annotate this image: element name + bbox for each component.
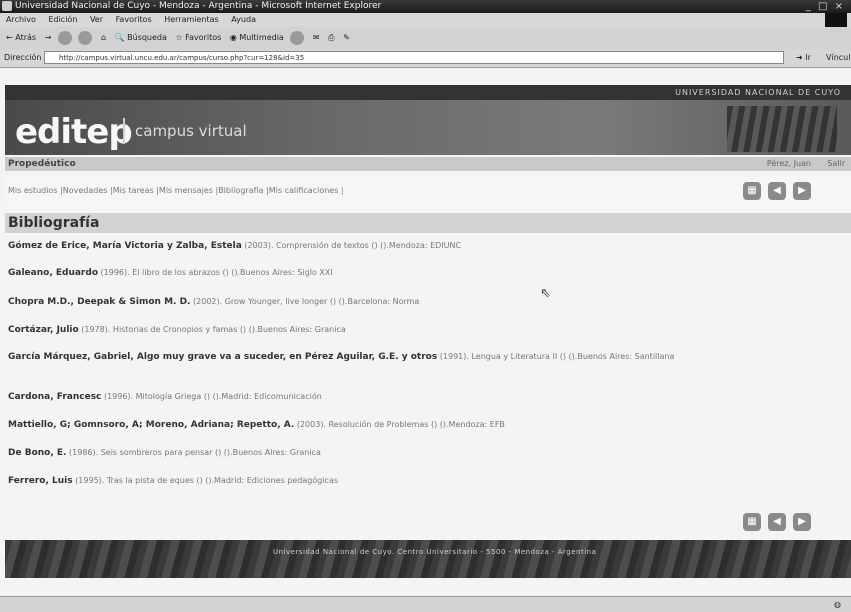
back-button[interactable]: ← Atrás: [6, 27, 36, 49]
campus-virtual-label: campus virtual: [135, 122, 247, 140]
top-strip: UNIVERSIDAD NACIONAL DE CUYO: [5, 85, 851, 100]
ie-logo-icon: [2, 1, 12, 11]
nav-mis-tareas[interactable]: Mis tareas: [113, 186, 154, 195]
bib-author: Galeano, Eduardo: [8, 268, 98, 278]
forward-button[interactable]: →: [45, 27, 52, 49]
refresh-icon[interactable]: [78, 30, 93, 45]
address-input[interactable]: http://campus.virtual.uncu.edu.ar/campus…: [44, 51, 784, 64]
nav-novedades[interactable]: Novedades: [63, 186, 108, 195]
nav-bibliografia[interactable]: Bibliografía: [218, 186, 263, 195]
bib-author: Cortázar, Julio: [8, 325, 79, 335]
bib-details: (2002). Grow Younger, live longer () ().…: [190, 297, 420, 306]
window-controls[interactable]: _ □ ×: [806, 0, 845, 13]
site-footer: Universidad Nacional de Cuyo. Centro Uni…: [5, 540, 851, 578]
bib-author: De Bono, E.: [8, 448, 67, 458]
menu-archivo[interactable]: Archivo: [6, 15, 36, 24]
mail-icon[interactable]: ✉: [313, 27, 320, 49]
address-label: Dirección: [4, 53, 42, 62]
bib-author: García Márquez, Gabriel, Algo muy grave …: [8, 352, 438, 362]
arrow-left-icon[interactable]: ◀: [768, 182, 786, 200]
windows-flag-icon: [825, 13, 847, 27]
user-name: Pérez, Juan: [766, 159, 811, 168]
window-titlebar: Universidad Nacional de Cuyo - Mendoza -…: [0, 0, 851, 13]
section-title: Bibliografía: [8, 215, 100, 231]
nav-mis-mensajes[interactable]: Mis mensajes: [159, 186, 213, 195]
list-item: Ferrero, Luis (1995). Tras la pista de e…: [8, 475, 838, 487]
list-item: De Bono, E. (1986). Seis sombreros para …: [8, 447, 838, 459]
logout-link[interactable]: Salir: [827, 157, 845, 171]
nav-row: Mis estudios |Novedades |Mis tareas |Mis…: [5, 176, 851, 206]
section-header: Bibliografía: [5, 213, 851, 233]
grid-icon[interactable]: ▦: [743, 182, 761, 200]
bib-details: (2003). Comprensión de textos () ().Mend…: [241, 241, 462, 250]
nav-links: Mis estudios |Novedades |Mis tareas |Mis…: [8, 186, 344, 195]
status-bar: ◍: [0, 596, 851, 612]
bib-author: Cardona, Francesc: [8, 392, 102, 402]
menu-herramientas[interactable]: Herramientas: [164, 15, 219, 24]
edit-icon[interactable]: ✎: [343, 27, 350, 49]
bib-details: (1991). Lengua y Literatura II () ().Bue…: [437, 352, 675, 361]
multimedia-button[interactable]: ◉ Multimedia: [230, 27, 284, 49]
site-header: editep campus virtual: [5, 100, 851, 155]
logo-divider: [123, 118, 125, 144]
links-button[interactable]: Vínculos: [826, 49, 851, 67]
mouse-cursor-icon: ⇖: [540, 286, 551, 301]
address-bar: Dirección http://campus.virtual.uncu.edu…: [0, 49, 851, 68]
list-item: Cardona, Francesc (1996). Mitología Grie…: [8, 391, 838, 403]
nav-mis-estudios[interactable]: Mis estudios: [8, 186, 58, 195]
home-icon[interactable]: ⌂: [101, 27, 106, 49]
header-photo: [727, 106, 837, 152]
arrow-right-icon[interactable]: ▶: [793, 182, 811, 200]
course-bar: Propedéutico Pérez, Juan Salir: [5, 157, 851, 171]
bib-author: Mattiello, G; Gomnsoro, A; Moreno, Adria…: [8, 420, 295, 430]
course-title: Propedéutico: [8, 159, 76, 169]
stop-icon[interactable]: [57, 30, 72, 45]
window-title: Universidad Nacional de Cuyo - Mendoza -…: [15, 1, 382, 11]
editep-logo[interactable]: editep: [15, 112, 133, 152]
footer-text: Universidad Nacional de Cuyo. Centro Uni…: [273, 548, 597, 556]
history-icon[interactable]: [290, 30, 305, 45]
grid-icon[interactable]: ▦: [743, 513, 761, 531]
bib-author: Chopra M.D., Deepak & Simon M. D.: [8, 297, 191, 307]
bib-details: (1996). Mitología Griega () ().Madrid: E…: [101, 392, 322, 401]
browser-toolbar: ← Atrás → ⌂ 🔍 Búsqueda ☆ Favoritos ◉ Mul…: [0, 27, 851, 49]
print-icon[interactable]: ⎙: [328, 27, 334, 49]
list-item: Cortázar, Julio (1978). Historias de Cro…: [8, 324, 838, 336]
bib-details: (1978). Historias de Cronopios y famas (…: [78, 325, 346, 334]
bib-details: (2003). Resolución de Problemas () ().Me…: [294, 420, 505, 429]
bib-details: (1986). Seis sombreros para pensar () ()…: [66, 448, 321, 457]
menu-bar: Archivo Edición Ver Favoritos Herramient…: [0, 13, 851, 27]
bib-author: Ferrero, Luis: [8, 476, 73, 486]
favorites-button[interactable]: ☆ Favoritos: [175, 27, 221, 49]
go-button[interactable]: ➜ Ir: [796, 49, 811, 67]
search-button[interactable]: 🔍 Búsqueda: [115, 27, 167, 49]
arrow-left-icon[interactable]: ◀: [768, 513, 786, 531]
internet-zone-icon: ◍: [834, 600, 841, 609]
university-label: UNIVERSIDAD NACIONAL DE CUYO: [675, 88, 841, 97]
bib-details: (1996). El libro de los abrazos () ().Bu…: [98, 268, 333, 277]
bib-details: (1995). Tras la pista de eques () ().Mad…: [72, 476, 339, 485]
list-item: Galeano, Eduardo (1996). El libro de los…: [8, 267, 838, 279]
list-item: Gómez de Erice, María Victoria y Zalba, …: [8, 240, 838, 252]
list-item: García Márquez, Gabriel, Algo muy grave …: [8, 351, 838, 363]
list-item: Chopra M.D., Deepak & Simon M. D. (2002)…: [8, 296, 838, 308]
menu-ayuda[interactable]: Ayuda: [231, 15, 256, 24]
bib-author: Gómez de Erice, María Victoria y Zalba, …: [8, 241, 242, 251]
menu-favoritos[interactable]: Favoritos: [116, 15, 152, 24]
menu-ver[interactable]: Ver: [90, 15, 103, 24]
nav-mis-calificaciones[interactable]: Mis calificaciones: [269, 186, 339, 195]
menu-edicion[interactable]: Edición: [48, 15, 77, 24]
list-item: Mattiello, G; Gomnsoro, A; Moreno, Adria…: [8, 419, 838, 431]
arrow-right-icon[interactable]: ▶: [793, 513, 811, 531]
